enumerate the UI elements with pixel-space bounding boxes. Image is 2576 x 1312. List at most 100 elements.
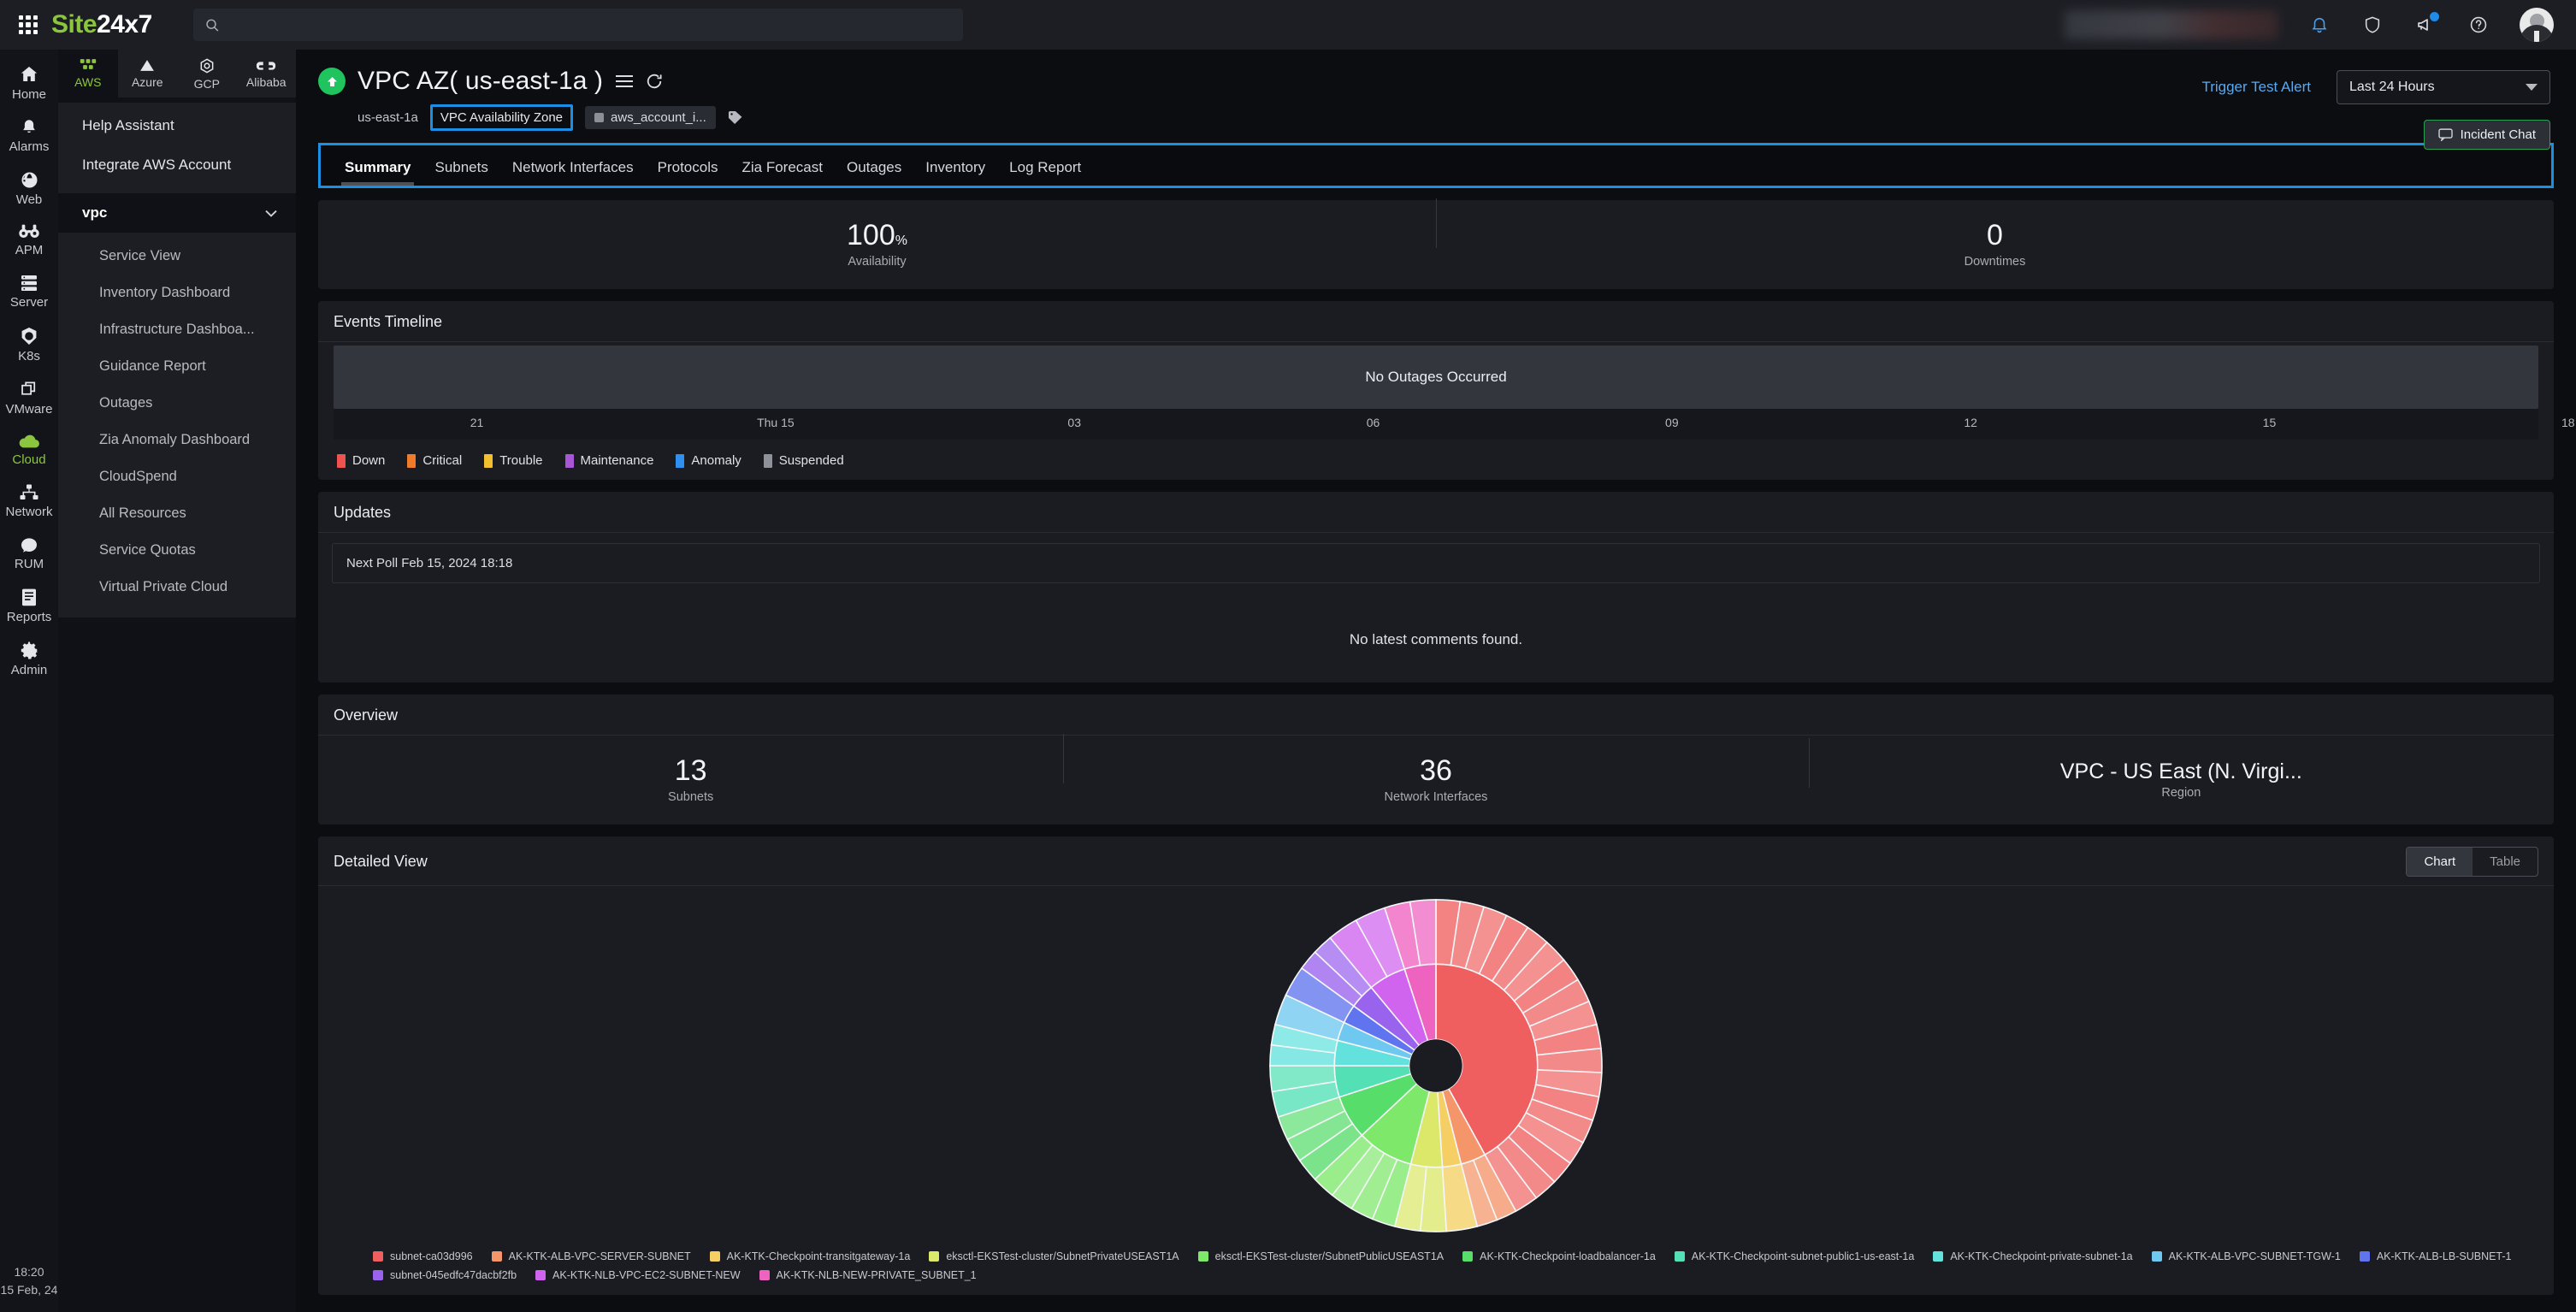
refresh-icon[interactable]: [646, 73, 663, 90]
sidebar-item-reports[interactable]: Reports: [0, 578, 58, 631]
chart-legend-item[interactable]: AK-KTK-Checkpoint-subnet-public1-us-east…: [1674, 1250, 1914, 1262]
aws-icon: [80, 59, 96, 69]
tab-zia-forecast[interactable]: Zia Forecast: [730, 152, 834, 186]
legend-label: Maintenance: [580, 453, 654, 468]
chart-legend-item[interactable]: AK-KTK-ALB-VPC-SUBNET-TGW-1: [2151, 1250, 2341, 1262]
sidebar-item-label: APM: [15, 243, 44, 257]
chart-legend-item[interactable]: AK-KTK-ALB-LB-SUBNET-1: [2359, 1250, 2512, 1262]
search-input[interactable]: [227, 17, 951, 33]
tab-gcp[interactable]: GCP: [177, 50, 237, 98]
timeline-legend-item[interactable]: Anomaly: [676, 453, 741, 468]
tab-protocols[interactable]: Protocols: [646, 152, 730, 186]
sidebar-item-cloudspend[interactable]: CloudSpend: [58, 458, 296, 495]
alibaba-icon: [257, 61, 276, 70]
updates-empty-text: No latest comments found.: [1349, 631, 1523, 647]
toggle-chart[interactable]: Chart: [2407, 848, 2473, 876]
sunburst-chart[interactable]: [318, 886, 2554, 1245]
tag-icon[interactable]: [728, 110, 742, 125]
tab-network-interfaces[interactable]: Network Interfaces: [500, 152, 646, 186]
sidebar-item-service-quotas[interactable]: Service Quotas: [58, 532, 296, 569]
timeline-legend-item[interactable]: Trouble: [484, 453, 543, 468]
trigger-test-alert-button[interactable]: Trigger Test Alert: [2201, 79, 2311, 96]
chart-legend-item[interactable]: AK-KTK-NLB-NEW-PRIVATE_SUBNET_1: [759, 1269, 977, 1281]
sidebar-item-network[interactable]: Network: [0, 474, 58, 526]
sidebar-item-outages[interactable]: Outages: [58, 385, 296, 422]
global-search[interactable]: [192, 9, 963, 41]
sidebar-item-home[interactable]: Home: [0, 55, 58, 109]
sunburst-chart-svg[interactable]: [1256, 890, 1616, 1241]
shield-icon[interactable]: [2360, 13, 2384, 37]
page-header-actions: Trigger Test Alert Last 24 Hours Inciden…: [2201, 70, 2550, 150]
announcement-icon[interactable]: [2414, 12, 2439, 37]
sidebar-item-web[interactable]: Web: [0, 161, 58, 214]
chart-legend-item[interactable]: AK-KTK-ALB-VPC-SERVER-SUBNET: [491, 1250, 691, 1262]
toggle-table[interactable]: Table: [2473, 848, 2538, 876]
downtimes-stat: 0 Downtimes: [1436, 198, 2554, 269]
hamburger-menu-icon[interactable]: [615, 74, 634, 89]
sidebar-item-inventory-dashboard[interactable]: Inventory Dashboard: [58, 275, 296, 311]
sidebar-item-k8s[interactable]: K8s: [0, 316, 58, 370]
brand-logo[interactable]: Site24x7: [51, 10, 152, 39]
tab-log-report[interactable]: Log Report: [997, 152, 1093, 186]
timeline-tick: 21: [470, 416, 484, 429]
menu-item-help-assistant[interactable]: Help Assistant: [58, 106, 296, 145]
sidebar-item-service-view[interactable]: Service View: [58, 238, 296, 275]
sidebar-item-vmware[interactable]: VMware: [0, 370, 58, 423]
tab-alibaba[interactable]: Alibaba: [237, 50, 297, 98]
tab-label: Alibaba: [245, 74, 287, 89]
cloud-provider-tabs: AWS Azure GCP Alibaba: [58, 50, 296, 98]
legend-swatch-icon: [337, 453, 346, 468]
tab-inventory[interactable]: Inventory: [913, 152, 997, 186]
sidebar-item-server[interactable]: Server: [0, 264, 58, 316]
legend-label: AK-KTK-ALB-VPC-SUBNET-TGW-1: [2168, 1250, 2341, 1262]
tab-azure[interactable]: Azure: [118, 50, 178, 98]
chart-legend-item[interactable]: AK-KTK-NLB-VPC-EC2-SUBNET-NEW: [535, 1269, 741, 1281]
chart-legend-item[interactable]: eksctl-EKSTest-cluster/SubnetPublicUSEAS…: [1197, 1250, 1444, 1262]
rail-clock-date: 15 Feb, 24: [0, 1283, 58, 1297]
rail-clock-time: 18:20: [14, 1264, 44, 1279]
sidebar-item-admin[interactable]: Admin: [0, 631, 58, 684]
legend-label: eksctl-EKSTest-cluster/SubnetPrivateUSEA…: [946, 1250, 1179, 1262]
tab-subnets[interactable]: Subnets: [422, 152, 499, 186]
sidebar-item-alarms[interactable]: Alarms: [0, 109, 58, 161]
time-period-select[interactable]: Last 24 Hours: [2337, 70, 2550, 104]
tab-label: GCP: [193, 76, 220, 91]
chart-legend-item[interactable]: eksctl-EKSTest-cluster/SubnetPrivateUSEA…: [929, 1250, 1179, 1262]
overview-card: Overview 13 Subnets 36 Network Interface…: [318, 694, 2554, 824]
header-actions-row: Trigger Test Alert Last 24 Hours: [2201, 70, 2550, 104]
timeline-legend-item[interactable]: Suspended: [763, 453, 844, 468]
sidebar-item-zia-anomaly-dashboard[interactable]: Zia Anomaly Dashboard: [58, 422, 296, 458]
sidebar-item-cloud[interactable]: Cloud: [0, 423, 58, 474]
meta-account-tag[interactable]: aws_account_i...: [585, 106, 716, 129]
sidebar-item-virtual-private-cloud[interactable]: Virtual Private Cloud: [58, 569, 296, 606]
chart-legend-item[interactable]: subnet-045edfc47dacbf2fb: [373, 1269, 517, 1281]
incident-chat-button[interactable]: Incident Chat: [2423, 120, 2550, 150]
bell-icon[interactable]: [2307, 13, 2331, 37]
chart-legend-item[interactable]: AK-KTK-Checkpoint-private-subnet-1a: [1933, 1250, 2133, 1262]
menu-item-integrate-aws-account[interactable]: Integrate AWS Account: [58, 145, 296, 185]
sidebar-item-guidance-report[interactable]: Guidance Report: [58, 348, 296, 385]
sidebar-item-infrastructure-dashboard[interactable]: Infrastructure Dashboa...: [58, 311, 296, 348]
timeline-legend-item[interactable]: Critical: [407, 453, 462, 468]
chart-legend-item[interactable]: AK-KTK-Checkpoint-loadbalancer-1a: [1462, 1250, 1656, 1262]
avatar[interactable]: [2520, 8, 2554, 42]
menu-group-vpc[interactable]: vpc: [58, 193, 296, 233]
sidebar-item-apm[interactable]: APM: [0, 214, 58, 264]
top-bar: Site24x7: [0, 0, 2576, 50]
sidebar-item-rum[interactable]: RUM: [0, 526, 58, 578]
tab-outages[interactable]: Outages: [835, 152, 913, 186]
vmware-icon: [21, 381, 35, 395]
help-icon[interactable]: [2467, 13, 2490, 37]
tab-summary[interactable]: Summary: [333, 152, 422, 186]
page-title: VPC AZ( us-east-1a ): [357, 67, 604, 95]
tab-aws[interactable]: AWS: [58, 50, 118, 98]
sidebar-item-all-resources[interactable]: All Resources: [58, 495, 296, 532]
chart-legend-item[interactable]: AK-KTK-Checkpoint-transitgateway-1a: [709, 1250, 910, 1262]
legend-swatch-icon: [2359, 1251, 2370, 1262]
waffle-icon[interactable]: [14, 10, 43, 39]
timeline-legend-item[interactable]: Down: [337, 453, 385, 468]
timeline-legend-item[interactable]: Maintenance: [564, 453, 654, 468]
availability-stat: 100% Availability: [318, 220, 1436, 269]
chart-legend-item[interactable]: subnet-ca03d996: [373, 1250, 473, 1262]
legend-label: Suspended: [778, 453, 844, 468]
